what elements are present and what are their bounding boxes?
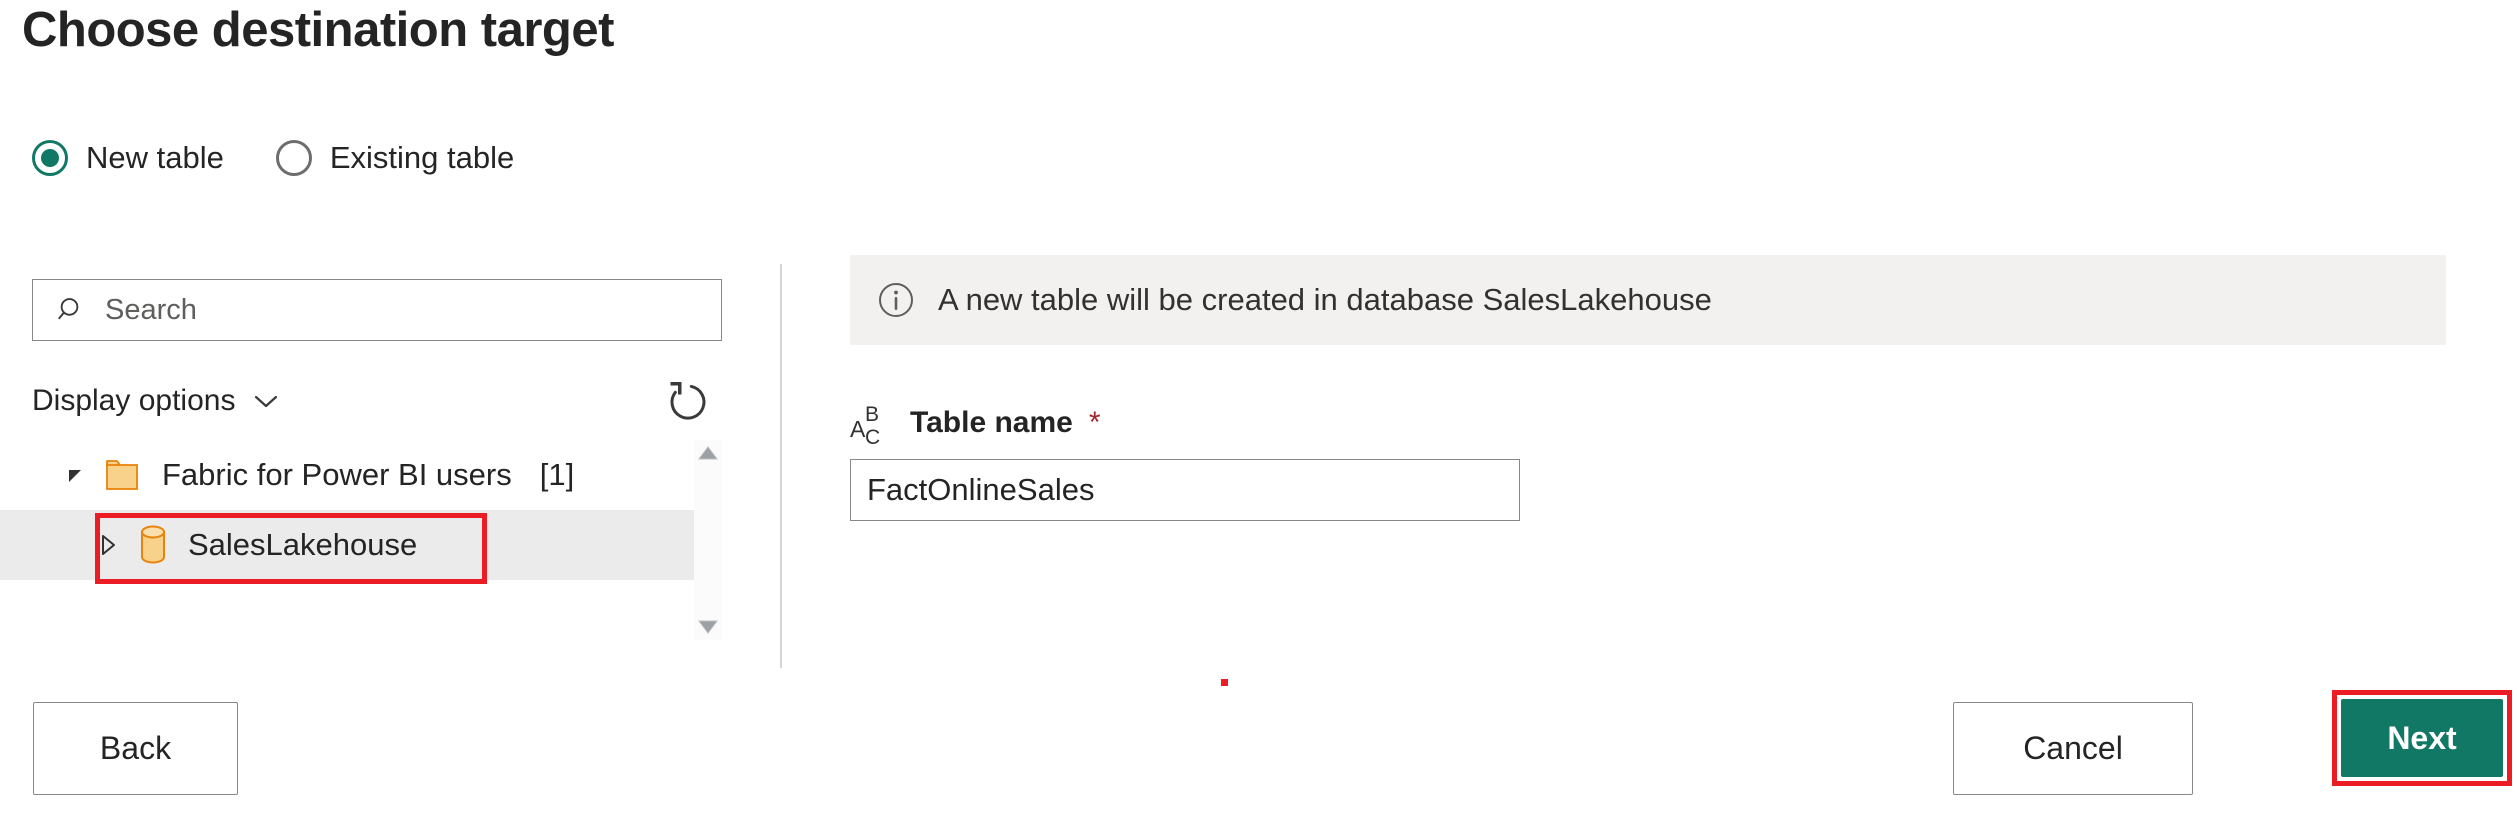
display-options-dropdown[interactable]: Display options [32, 384, 281, 418]
object-tree: Fabric for Power BI users [1] SalesLakeh… [0, 440, 722, 640]
info-message-text: A new table will be created in database … [938, 282, 1712, 318]
destination-type-radio-group: New table Existing table [32, 140, 514, 176]
details-panel: A new table will be created in database … [850, 255, 2450, 521]
folder-icon [104, 458, 144, 492]
cancel-button[interactable]: Cancel [1953, 702, 2193, 795]
abc-text-type-icon: A B C [850, 399, 896, 447]
table-name-input[interactable]: FactOnlineSales [850, 459, 1520, 521]
tree-scrollbar[interactable] [694, 440, 722, 640]
radio-option-new-table[interactable]: New table [32, 140, 224, 176]
refresh-icon [666, 379, 712, 425]
display-options-row: Display options [32, 373, 722, 429]
table-name-label: Table name [910, 406, 1073, 440]
search-placeholder: Search [105, 294, 197, 327]
tree-item-count: [1] [540, 457, 574, 493]
navigator-panel: Search Display options [0, 255, 780, 675]
radio-circle-icon[interactable] [276, 140, 312, 176]
svg-text:B: B [865, 403, 879, 426]
refresh-button[interactable] [662, 375, 716, 429]
tree-label: SalesLakehouse [188, 527, 417, 563]
required-marker: * [1089, 408, 1101, 438]
svg-text:C: C [865, 426, 880, 447]
chevron-down-icon [251, 391, 281, 411]
tree-label: Fabric for Power BI users [162, 457, 512, 493]
radio-circle-icon[interactable] [32, 140, 68, 176]
page-title: Choose destination target [22, 2, 614, 58]
svg-text:A: A [850, 416, 866, 442]
red-marker-dot [1221, 679, 1228, 686]
radio-option-existing-table[interactable]: Existing table [276, 140, 514, 176]
search-input[interactable]: Search [32, 279, 722, 341]
tree-rows: Fabric for Power BI users [1] SalesLakeh… [0, 440, 694, 640]
triangle-right-outline-icon[interactable] [96, 531, 120, 559]
info-circle-icon [876, 280, 916, 320]
back-button[interactable]: Back [33, 702, 238, 795]
radio-dot-icon [41, 149, 59, 167]
radio-label-existing-table: Existing table [330, 140, 514, 176]
panel-divider [780, 264, 782, 668]
search-icon [57, 295, 87, 325]
radio-label-new-table: New table [86, 140, 224, 176]
database-cylinder-icon [136, 525, 170, 565]
scroll-down-arrow-icon[interactable] [698, 620, 718, 634]
table-name-label-row: A B C Table name * [850, 401, 2450, 445]
triangle-down-solid-icon[interactable] [64, 463, 88, 487]
tree-row[interactable]: Fabric for Power BI users [1] [0, 440, 694, 510]
display-options-label: Display options [32, 384, 235, 418]
info-message-bar: A new table will be created in database … [850, 255, 2446, 345]
tree-row[interactable]: SalesLakehouse [0, 510, 694, 580]
scroll-up-arrow-icon[interactable] [698, 446, 718, 460]
table-name-value: FactOnlineSales [867, 472, 1094, 508]
next-button[interactable]: Next [2341, 699, 2503, 777]
